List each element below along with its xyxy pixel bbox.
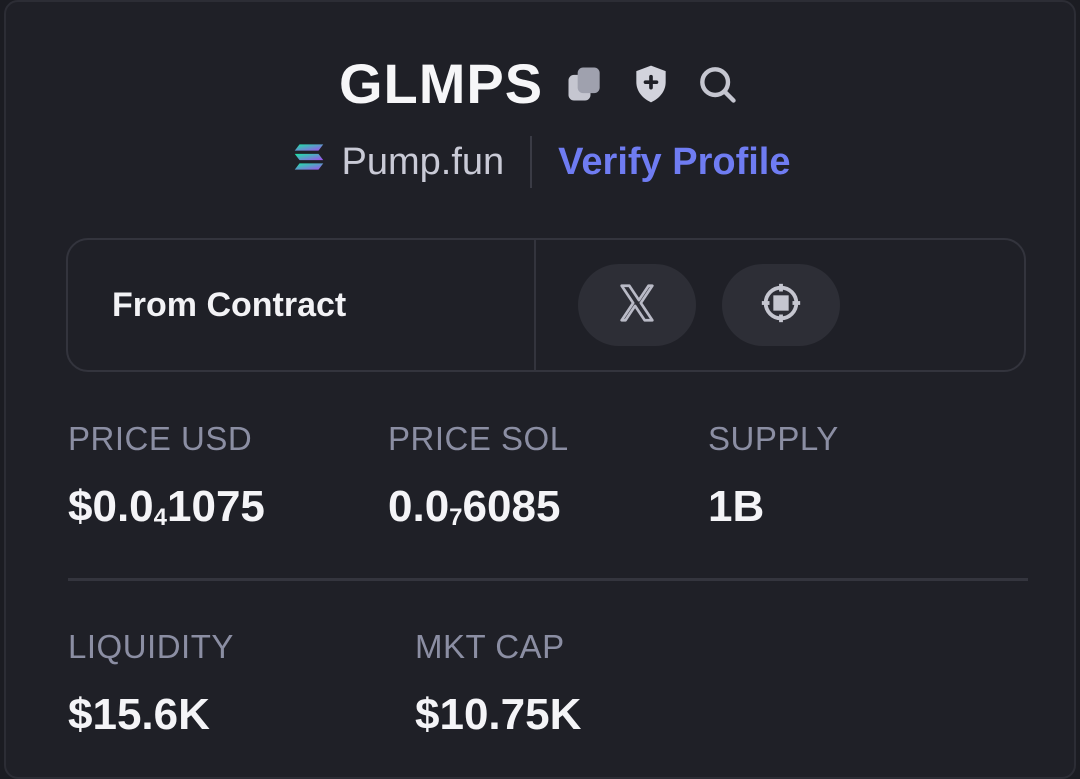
solana-icon	[290, 138, 328, 186]
stat-label: LIQUIDITY	[68, 628, 234, 665]
copy-icon[interactable]	[561, 60, 609, 108]
contract-box: From Contract	[66, 238, 1026, 372]
stats-row-1: PRICE USD $0.041075 PRICE SOL 0.076085 S…	[68, 420, 1028, 532]
stat-value: 0.076085	[388, 482, 561, 531]
stat-price-usd: PRICE USD $0.041075	[68, 420, 388, 532]
stat-value: 1B	[708, 482, 765, 531]
stat-value: $0.041075	[68, 482, 265, 531]
contract-source: From Contract	[68, 240, 536, 370]
stat-value: $10.75K	[415, 690, 582, 739]
stat-price-sol: PRICE SOL 0.076085	[388, 420, 708, 532]
verify-profile-link[interactable]: Verify Profile	[558, 141, 790, 184]
stat-value: $15.6K	[68, 690, 210, 739]
platform-label: Pump.fun	[341, 140, 505, 183]
stat-label: MKT CAP	[415, 628, 565, 665]
stats-divider	[68, 578, 1028, 581]
stat-label: SUPPLY	[708, 420, 839, 457]
platform-row: Pump.fun Verify Profile	[6, 136, 1074, 188]
x-link-button[interactable]	[578, 264, 696, 346]
stat-mkt-cap: MKT CAP $10.75K	[415, 628, 762, 740]
stat-label: PRICE USD	[68, 420, 253, 457]
stats-row-2: LIQUIDITY $15.6K MKT CAP $10.75K	[68, 628, 1028, 740]
stat-liquidity: LIQUIDITY $15.6K	[68, 628, 415, 740]
title-row: GLMPS	[6, 54, 1074, 114]
divider	[530, 136, 533, 188]
contract-label: From Contract	[112, 285, 347, 324]
shield-icon[interactable]	[627, 60, 675, 108]
stat-supply: SUPPLY 1B	[708, 420, 1028, 532]
search-icon[interactable]	[693, 60, 741, 108]
token-name: GLMPS	[338, 52, 544, 115]
stat-label: PRICE SOL	[388, 420, 569, 457]
website-icon	[758, 280, 804, 331]
website-link-button[interactable]	[722, 264, 840, 346]
x-icon	[614, 280, 660, 331]
platform-link[interactable]: Pump.fun	[290, 138, 505, 186]
social-links	[536, 240, 840, 370]
token-info-panel: GLMPS Pump.fun Verify Profile From Contr…	[4, 0, 1076, 779]
